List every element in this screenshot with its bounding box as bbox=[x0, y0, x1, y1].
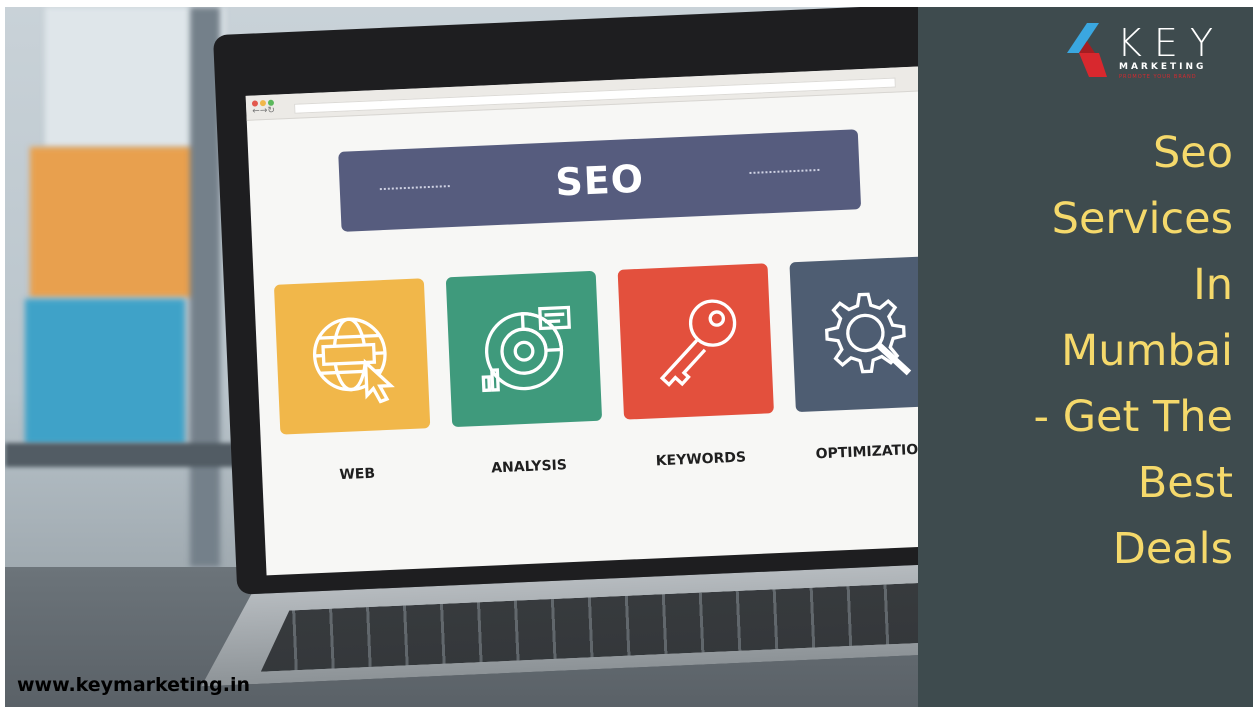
headline-line: Deals bbox=[1112, 524, 1233, 574]
headline: Seo Services In Mumbai - Get The Best De… bbox=[933, 120, 1233, 582]
logo-subtitle: MARKETING bbox=[1119, 62, 1207, 72]
headline-line: In bbox=[1193, 260, 1233, 310]
logo-mark-icon bbox=[1067, 23, 1107, 77]
logo-word: KEY bbox=[1117, 21, 1226, 65]
laptop-screen: ←→↻ SEO WEB ANALYSIS KEYWORDS OPTIMIZATI… bbox=[245, 65, 918, 576]
headline-line: Mumbai bbox=[1061, 326, 1233, 376]
browser-nav-icons: ←→↻ bbox=[252, 105, 276, 117]
tile-label-optimization: OPTIMIZATION bbox=[815, 441, 918, 463]
headline-line: Best bbox=[1137, 458, 1233, 508]
headline-line: Services bbox=[1051, 194, 1233, 244]
tile-label-keywords: KEYWORDS bbox=[655, 449, 747, 470]
tile-keywords bbox=[617, 263, 774, 420]
tile-label-web: WEB bbox=[339, 465, 376, 484]
headline-line: - Get The bbox=[1033, 392, 1233, 442]
background-orange-box bbox=[30, 147, 200, 297]
seo-banner: SEO bbox=[338, 129, 862, 232]
ad-banner: ←→↻ SEO WEB ANALYSIS KEYWORDS OPTIMIZATI… bbox=[5, 7, 1253, 707]
laptop: ←→↻ SEO WEB ANALYSIS KEYWORDS OPTIMIZATI… bbox=[173, 7, 918, 686]
key-marketing-logo: KEY MARKETING PROMOTE YOUR BRAND bbox=[1065, 19, 1245, 80]
analysis-chart-icon bbox=[481, 305, 571, 393]
gear-magnifier-icon bbox=[825, 292, 912, 376]
text-panel: KEY MARKETING PROMOTE YOUR BRAND Seo Ser… bbox=[918, 7, 1253, 707]
banner-dots-right bbox=[749, 168, 820, 176]
laptop-photo: ←→↻ SEO WEB ANALYSIS KEYWORDS OPTIMIZATI… bbox=[5, 7, 918, 707]
tile-web bbox=[273, 278, 431, 435]
banner-dots-left bbox=[379, 185, 450, 193]
tile-analysis bbox=[445, 270, 603, 428]
background-blue-box bbox=[25, 299, 185, 444]
website-url: www.keymarketing.in bbox=[17, 674, 251, 696]
tile-optimization bbox=[789, 255, 918, 413]
globe-cursor-icon bbox=[312, 317, 395, 404]
tile-label-analysis: ANALYSIS bbox=[490, 457, 568, 477]
seo-banner-title: SEO bbox=[554, 156, 645, 205]
headline-line: Seo bbox=[1152, 128, 1233, 178]
key-icon bbox=[659, 299, 737, 387]
logo-tagline: PROMOTE YOUR BRAND bbox=[1119, 74, 1197, 80]
